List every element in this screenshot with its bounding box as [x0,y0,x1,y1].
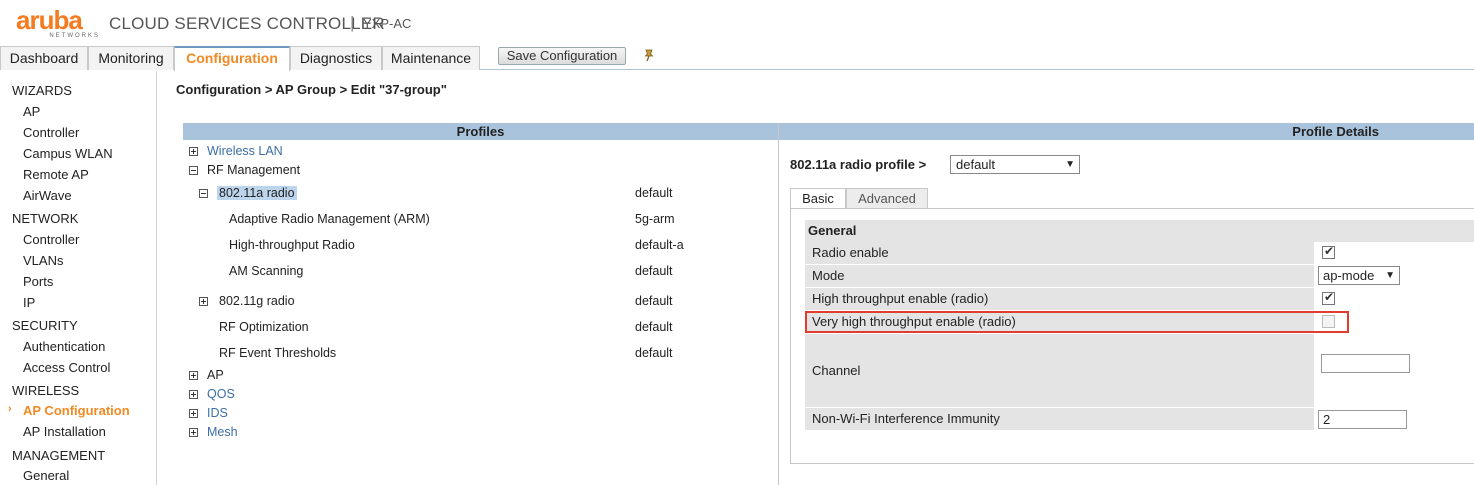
field-row: Mode ap-mode ▼ [805,265,1474,287]
profile-details-header: Profile Details [779,123,1474,140]
radio-profile-label: 802.11a radio profile > [790,157,927,172]
tree-item-rf-event-thresholds[interactable]: RF Event Thresholds [219,346,336,360]
tree-item-am-scanning[interactable]: AM Scanning [229,264,303,278]
sidebar-item-network-controller[interactable]: Controller [23,232,79,247]
expand-plus-icon[interactable] [189,371,198,380]
profiles-header: Profiles [183,123,778,140]
tree-item-ids[interactable]: IDS [207,406,228,420]
sidebar-section-management: MANAGEMENT [12,448,106,463]
tree-item-value: default [635,346,673,360]
sidebar-item-campus-wlan[interactable]: Campus WLAN [23,146,113,161]
dropdown-caret-icon: ▼ [1385,270,1395,281]
sidebar-section-network: NETWORK [12,211,79,226]
mode-value: ap-mode [1323,268,1375,283]
field-value-cell [1315,242,1474,264]
tree-item-qos[interactable]: QOS [207,387,235,401]
save-configuration-button[interactable]: Save Configuration [498,47,626,65]
tab-monitoring[interactable]: Monitoring [88,46,174,70]
field-row: High throughput enable (radio) [805,288,1474,310]
field-label: Channel [805,334,1314,407]
sidebar-section-wizards: WIZARDS [12,83,72,98]
sidebar-nav: WIZARDS AP Controller Campus WLAN Remote… [0,71,157,485]
sidebar-item-ip[interactable]: IP [23,295,35,310]
tree-item-mesh[interactable]: Mesh [207,425,238,439]
collapse-minus-icon[interactable] [189,166,198,175]
radio-profile-value: default [956,157,996,172]
aruba-logo[interactable]: aruba NETWORKS [16,5,100,42]
sidebar-item-wizard-ap[interactable]: AP [23,104,40,119]
active-arrow-icon: › [8,403,12,415]
expand-plus-icon[interactable] [189,428,198,437]
breadcrumb: Configuration > AP Group > Edit "37-grou… [176,82,447,97]
field-label: High throughput enable (radio) [805,288,1314,310]
field-label: Non-Wi-Fi Interference Immunity [805,408,1314,430]
tree-item-rf-optimization[interactable]: RF Optimization [219,320,309,334]
dropdown-caret-icon: ▼ [1065,159,1075,170]
expand-plus-icon[interactable] [189,390,198,399]
sidebar-item-airwave[interactable]: AirWave [23,188,72,203]
high-throughput-checkbox[interactable] [1322,290,1335,305]
field-value-cell [1315,334,1474,407]
expand-plus-icon[interactable] [189,409,198,418]
controller-hostname: YXP-AC [363,16,412,31]
tree-item-value: default-a [635,238,684,252]
tree-item-label: 802.11a radio [217,186,297,200]
sidebar-section-security: SECURITY [12,318,78,333]
highlight-annotation [805,311,1349,333]
tree-item-wireless-lan[interactable]: Wireless LAN [207,144,283,158]
tab-maintenance[interactable]: Maintenance [382,46,480,70]
field-value-cell: 2 [1315,408,1474,430]
general-section-header: General [805,220,1474,242]
tree-item-value: default [635,186,673,200]
tab-basic[interactable]: Basic [790,188,846,208]
sidebar-item-authentication[interactable]: Authentication [23,339,105,354]
tree-item-80211g-radio[interactable]: 802.11g radio [219,294,295,308]
tree-item-value: default [635,264,673,278]
sidebar-item-general[interactable]: General [23,468,69,483]
field-label: Mode [805,265,1314,287]
tree-item-rf-management[interactable]: RF Management [207,163,300,177]
pin-icon[interactable] [642,48,656,62]
tree-item-ht-radio[interactable]: High-throughput Radio [229,238,355,252]
sidebar-section-wireless: WIRELESS [12,383,80,398]
field-value-cell [1315,288,1474,310]
tree-item-arm[interactable]: Adaptive Radio Management (ARM) [229,212,430,226]
expand-plus-icon[interactable] [199,297,208,306]
sidebar-item-ap-configuration[interactable]: AP Configuration [23,403,130,418]
sidebar-item-wizard-controller[interactable]: Controller [23,125,79,140]
field-row: Channel [805,334,1474,407]
title-separator: | [350,13,355,32]
main-tab-bar: Dashboard Monitoring Configuration Diagn… [0,46,1474,71]
sidebar-item-ap-installation[interactable]: AP Installation [23,424,106,439]
sidebar-item-access-control[interactable]: Access Control [23,360,110,375]
app-header: aruba NETWORKS CLOUD SERVICES CONTROLLER… [0,0,1474,46]
sidebar-item-vlans[interactable]: VLANs [23,253,63,268]
field-label: Radio enable [805,242,1314,264]
sidebar-item-ports[interactable]: Ports [23,274,53,289]
tree-item-80211a-radio[interactable]: 802.11a radio [217,186,297,200]
tree-item-value: default [635,320,673,334]
tree-item-value: 5g-arm [635,212,675,226]
tab-configuration[interactable]: Configuration [174,46,290,71]
interference-immunity-input[interactable]: 2 [1318,410,1407,429]
tab-advanced[interactable]: Advanced [846,188,928,208]
expand-plus-icon[interactable] [189,147,198,156]
field-row: Non-Wi-Fi Interference Immunity 2 [805,408,1474,430]
panel-divider [778,123,779,485]
tree-item-ap[interactable]: AP [207,368,224,382]
collapse-minus-icon[interactable] [199,189,208,198]
radio-enable-checkbox[interactable] [1322,244,1335,259]
tab-diagnostics[interactable]: Diagnostics [290,46,382,70]
field-row: Radio enable [805,242,1474,264]
tree-item-value: default [635,294,673,308]
tab-dashboard[interactable]: Dashboard [0,46,88,70]
logo-word: aruba [16,5,83,35]
radio-profile-select[interactable]: default ▼ [950,155,1080,174]
app-title: CLOUD SERVICES CONTROLLER [109,14,385,33]
mode-select[interactable]: ap-mode ▼ [1318,266,1400,285]
field-value-cell: ap-mode ▼ [1315,265,1474,287]
channel-input[interactable] [1321,354,1410,373]
sidebar-item-remote-ap[interactable]: Remote AP [23,167,89,182]
